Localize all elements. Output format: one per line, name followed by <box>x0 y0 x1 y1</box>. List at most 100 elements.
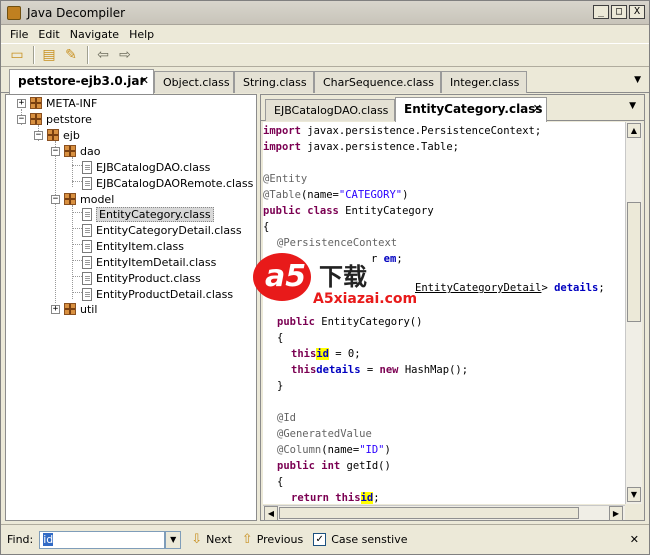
tab-label: CharSequence.class <box>323 76 434 89</box>
node-label: EntityCategory.class <box>96 206 214 222</box>
tree-file-item[interactable]: EJBCatalogDAORemote.class <box>82 175 253 191</box>
tree-file-item[interactable]: EntityCategoryDetail.class <box>82 222 242 238</box>
toolbar-separator <box>87 46 89 64</box>
up-arrow-icon: ⇧ <box>241 532 253 547</box>
menu-help[interactable]: Help <box>124 28 159 41</box>
package-icon <box>64 303 76 315</box>
tree-file-item[interactable]: EntityItem.class <box>82 238 184 254</box>
tree-file-item[interactable]: EJBCatalogDAO.class <box>82 159 210 175</box>
case-sensitive-checkbox[interactable]: ✓ Case senstive <box>313 533 407 546</box>
class-file-icon <box>82 271 92 285</box>
node-label: EntityItem.class <box>96 239 184 253</box>
tab-ejbcatalogdao-class[interactable]: EJBCatalogDAO.class <box>265 99 395 121</box>
close-tab-icon[interactable]: ✕ <box>533 102 542 115</box>
menu-bar: File Edit Navigate Help <box>1 25 649 43</box>
tab-label: String.class <box>243 76 307 89</box>
package-icon <box>64 145 76 157</box>
find-previous-button[interactable]: ⇧ Previous <box>242 532 303 547</box>
collapse-toggle-icon[interactable]: − <box>51 195 60 204</box>
tree-node-ejb[interactable]: ejb <box>47 127 80 143</box>
collapse-toggle-icon[interactable]: − <box>17 115 26 124</box>
tab-list-arrow-icon[interactable]: ▼ <box>634 75 641 85</box>
tree-file-item-selected[interactable]: EntityCategory.class <box>82 206 214 222</box>
find-history-dropdown[interactable]: ▼ <box>165 530 182 549</box>
vertical-scrollbar[interactable]: ▲ ▼ <box>625 122 642 504</box>
scroll-thumb[interactable] <box>627 202 641 322</box>
node-label: model <box>80 192 115 206</box>
expand-toggle-icon[interactable]: + <box>17 99 26 108</box>
maximize-button[interactable]: □ <box>611 5 627 19</box>
package-icon <box>30 97 42 109</box>
tree-node-meta-inf[interactable]: META-INF <box>30 95 97 111</box>
find-bar: Find: id ▼ ⇩ Next ⇧ Previous ✓ Case sens… <box>1 524 649 554</box>
toolbar: ▭ ▤ ✎ ⇦ ⇨ <box>1 43 649 67</box>
down-arrow-icon: ⇩ <box>191 532 203 547</box>
node-label: util <box>80 302 98 316</box>
tab-label: Integer.class <box>450 76 520 89</box>
tree-node-petstore[interactable]: petstore <box>30 111 92 127</box>
package-icon <box>30 113 42 125</box>
horizontal-scrollbar[interactable]: ◀ ▶ <box>263 505 625 521</box>
package-icon <box>64 193 76 205</box>
tab-label: Object.class <box>163 76 230 89</box>
node-label: META-INF <box>46 96 98 110</box>
close-tab-icon[interactable]: ✕ <box>140 74 149 87</box>
collapse-toggle-icon[interactable]: − <box>34 131 43 140</box>
checkbox-icon: ✓ <box>313 533 327 546</box>
class-file-icon <box>82 207 92 221</box>
tab-charsequence-class[interactable]: CharSequence.class <box>314 71 441 93</box>
open-folder-icon[interactable]: ▭ <box>7 46 27 64</box>
editor-tabs: EJBCatalogDAO.class EntityCategory.class… <box>261 95 644 122</box>
close-find-icon[interactable]: ✕ <box>630 533 639 546</box>
find-input[interactable]: id <box>39 530 166 549</box>
file-tabs: petstore-ejb3.0.jar ✕ Object.class Strin… <box>1 69 649 94</box>
minimize-button[interactable]: _ <box>593 5 609 19</box>
tab-list-arrow-icon[interactable]: ▼ <box>629 101 636 111</box>
menu-navigate[interactable]: Navigate <box>65 28 124 41</box>
node-label: dao <box>80 144 101 158</box>
package-tree: + META-INF − petstore − ejb − dao EJBCat… <box>5 94 257 521</box>
close-button[interactable]: X <box>629 5 645 19</box>
node-label: EntityCategoryDetail.class <box>96 223 242 237</box>
tree-node-model[interactable]: model <box>64 191 114 207</box>
open-type-icon[interactable]: ▤ <box>39 46 59 64</box>
back-arrow-icon[interactable]: ⇦ <box>93 46 113 64</box>
scroll-right-icon[interactable]: ▶ <box>609 506 623 521</box>
tab-label: EJBCatalogDAO.class <box>274 104 389 117</box>
tree-file-item[interactable]: EntityItemDetail.class <box>82 254 216 270</box>
scroll-up-icon[interactable]: ▲ <box>627 123 641 138</box>
app-icon <box>7 5 21 20</box>
scroll-left-icon[interactable]: ◀ <box>264 506 278 521</box>
tree-node-util[interactable]: util <box>64 301 97 317</box>
tab-entitycategory-class[interactable]: EntityCategory.class ✕ <box>395 97 547 122</box>
scroll-thumb[interactable] <box>279 507 579 519</box>
toolbar-separator <box>33 46 35 64</box>
tree-file-item[interactable]: EntityProductDetail.class <box>82 286 233 302</box>
scroll-down-icon[interactable]: ▼ <box>627 487 641 502</box>
app-window: Java Decompiler _ □ X File Edit Navigate… <box>0 0 650 555</box>
menu-file[interactable]: File <box>5 28 33 41</box>
tab-integer-class[interactable]: Integer.class <box>441 71 527 93</box>
package-icon <box>47 129 59 141</box>
class-file-icon <box>82 160 92 174</box>
collapse-toggle-icon[interactable]: − <box>51 147 60 156</box>
tree-node-dao[interactable]: dao <box>64 143 100 159</box>
tab-label: EntityCategory.class <box>404 102 543 116</box>
tab-petstore-jar[interactable]: petstore-ejb3.0.jar ✕ <box>9 69 154 94</box>
tree-file-item[interactable]: EntityProduct.class <box>82 270 201 286</box>
expand-toggle-icon[interactable]: + <box>51 305 60 314</box>
node-label: petstore <box>46 112 92 126</box>
node-label: EJBCatalogDAO.class <box>96 160 211 174</box>
watermark-logo: a5 下载 A5xiazai.com <box>251 251 417 311</box>
search-icon[interactable]: ✎ <box>61 46 81 64</box>
forward-arrow-icon[interactable]: ⇨ <box>115 46 135 64</box>
find-next-button[interactable]: ⇩ Next <box>191 532 232 547</box>
window-title: Java Decompiler <box>27 5 126 20</box>
source-code[interactable]: import javax.persistence.PersistenceCont… <box>263 122 625 504</box>
menu-edit[interactable]: Edit <box>33 28 64 41</box>
tab-string-class[interactable]: String.class <box>234 71 314 93</box>
class-file-icon <box>82 223 92 237</box>
tab-object-class[interactable]: Object.class <box>154 71 234 93</box>
node-label: EntityProductDetail.class <box>96 287 234 301</box>
title-bar: Java Decompiler _ □ X <box>1 1 649 25</box>
